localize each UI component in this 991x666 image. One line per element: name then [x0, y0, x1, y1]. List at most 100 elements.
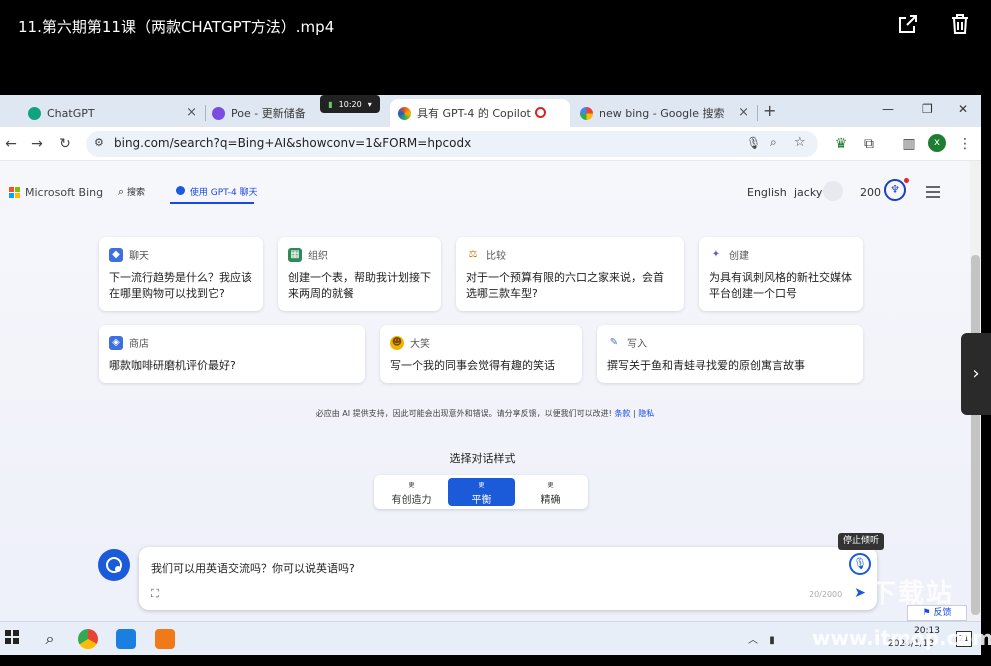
rewards-points[interactable]: 200	[860, 186, 881, 199]
card-text: 下一流行趋势是什么？我应该在哪里购物可以找到它?	[109, 271, 252, 300]
timer-text: 10:20	[338, 99, 362, 109]
nav-chat-label: 使用 GPT-4 聊天	[189, 188, 258, 198]
card-tag: 组织	[308, 251, 328, 262]
suggestion-card[interactable]: ✦ 创建 为具有讽刺风格的新社交媒体平台创建一个口号	[699, 237, 863, 311]
site-info-icon[interactable]: ⚙	[94, 136, 104, 149]
laugh-emoji-icon: ☻	[390, 335, 404, 350]
stop-listening-tooltip: 停止倾听	[838, 533, 884, 550]
close-icon[interactable]: ×	[738, 105, 749, 120]
style-precise-button[interactable]: 更 精确	[517, 478, 584, 506]
url-text[interactable]: bing.com/search?q=Bing+AI&showconv=1&FOR…	[114, 136, 471, 150]
chat-input-box[interactable]: 我们可以用英语交流吗？你可以说英语吗? ⛶ 20/2000 🎙 ➤	[139, 547, 877, 610]
star-icon[interactable]: ☆	[794, 135, 806, 150]
logo-text: Microsoft Bing	[25, 186, 104, 199]
close-icon[interactable]: ×	[186, 105, 197, 120]
suggestion-card[interactable]: ◈ 商店 哪款咖啡研磨机评价最好?	[99, 325, 365, 383]
app-icon[interactable]	[116, 629, 136, 649]
google-icon	[580, 106, 593, 120]
card-text: 对于一个预算有限的六口之家来说，会首选哪三款车型?	[466, 271, 664, 300]
chevron-right-icon[interactable]: ›	[961, 333, 991, 415]
puzzle-icon[interactable]: ⧉	[860, 135, 878, 153]
user-avatar[interactable]	[823, 181, 843, 201]
zoom-icon[interactable]: ⌕	[770, 135, 777, 150]
chrome-icon[interactable]	[78, 629, 98, 649]
bing-logo[interactable]: Microsoft Bing	[9, 186, 103, 199]
chatgpt-icon	[28, 106, 41, 120]
system-tray[interactable]: ︿ ▮	[748, 631, 775, 646]
card-text: 写一个我的同事会觉得有趣的笑话	[390, 359, 555, 372]
nav-search[interactable]: ⌕ 搜索	[118, 185, 145, 199]
chevron-up-icon: ︿	[748, 635, 758, 646]
forward-icon[interactable]: →	[28, 135, 46, 153]
char-counter: 20/2000	[809, 590, 843, 599]
card-tag: 聊天	[129, 251, 149, 262]
address-bar[interactable]: ⚙ bing.com/search?q=Bing+AI&showconv=1&F…	[86, 131, 818, 157]
rewards-trophy-icon[interactable]: ♆	[884, 179, 906, 201]
suggestion-card[interactable]: ▦ 组织 创建一个表，帮助我计划接下来两周的就餐	[278, 237, 441, 311]
tab-google[interactable]: new bing - Google 搜索 ×	[580, 99, 755, 127]
card-text: 为具有讽刺风格的新社交媒体平台创建一个口号	[709, 271, 852, 300]
user-name[interactable]: jacky	[794, 186, 822, 199]
suggestion-card[interactable]: ⚖ 比较 对于一个预算有限的六口之家来说，会首选哪三款车型?	[456, 237, 684, 311]
disclaimer-text: 必应由 AI 提供支持，因此可能会出现意外和错误。请分享反馈，以便我们可以改进!	[315, 409, 612, 418]
style-sup: 更	[408, 482, 415, 489]
tab-chatgpt[interactable]: ChatGPT ×	[28, 99, 203, 127]
chat-input-text[interactable]: 我们可以用英语交流吗？你可以说英语吗?	[151, 560, 355, 576]
copilot-chat-icon	[176, 186, 185, 195]
back-icon[interactable]: ←	[2, 135, 20, 153]
recording-dot-icon	[535, 107, 546, 118]
search-icon[interactable]: ⌕	[40, 629, 60, 649]
style-balanced-button[interactable]: 更 平衡	[448, 478, 515, 506]
nav-chat[interactable]: 使用 GPT-4 聊天	[176, 185, 258, 198]
document-pen-icon: ✎	[609, 336, 619, 348]
style-sup: 更	[547, 482, 554, 489]
maximize-button[interactable]: ❐	[922, 102, 933, 116]
microphone-button[interactable]: 🎙	[849, 553, 871, 575]
extension-icon[interactable]: ♛	[832, 135, 850, 153]
recorder-icon[interactable]	[155, 629, 175, 649]
suggestion-card[interactable]: ✎ 写入 撰写关于鱼和青蛙寻找爱的原创寓言故事	[597, 325, 863, 383]
send-button[interactable]: ➤	[851, 584, 869, 602]
page-scrollbar-thumb[interactable]	[971, 255, 980, 615]
reload-icon[interactable]: ↻	[56, 135, 74, 153]
minimize-button[interactable]: —	[882, 102, 894, 116]
card-tag: 创建	[729, 251, 749, 262]
style-label: 精确	[540, 495, 561, 506]
signal-icon: ▮	[328, 99, 333, 109]
browser-toolbar: ← → ↻ ⚙ bing.com/search?q=Bing+AI&showco…	[0, 127, 981, 161]
new-tab-button[interactable]: +	[763, 101, 776, 120]
image-scan-icon[interactable]: ⛶	[151, 587, 159, 601]
window-close-button[interactable]: ✕	[958, 102, 968, 116]
suggestion-card[interactable]: ☻ 大笑 写一个我的同事会觉得有趣的笑话	[380, 325, 582, 383]
scale-icon: ⚖	[468, 248, 478, 260]
card-text: 撰写关于鱼和青蛙寻找爱的原创寓言故事	[607, 359, 805, 372]
card-tag: 大笑	[410, 339, 430, 350]
send-arrow-icon: ➤	[854, 585, 866, 601]
suggestion-card[interactable]: ◆ 聊天 下一流行趋势是什么？我应该在哪里购物可以找到它?	[99, 237, 263, 311]
tab-label: ChatGPT	[47, 106, 95, 120]
magic-wand-icon: ✦	[711, 248, 721, 260]
tab-label: 具有 GPT-4 的 Copilot	[417, 107, 531, 120]
profile-avatar[interactable]: x	[928, 134, 946, 152]
disclaimer: 必应由 AI 提供支持，因此可能会出现意外和错误。请分享反馈，以便我们可以改进!…	[315, 409, 655, 418]
share-icon[interactable]	[896, 12, 920, 36]
language-link[interactable]: English	[747, 186, 787, 199]
new-topic-button[interactable]	[98, 549, 130, 581]
privacy-link[interactable]: 隐私	[638, 409, 654, 418]
trash-icon[interactable]	[948, 12, 972, 36]
windows-start-icon[interactable]	[4, 629, 24, 649]
terms-link[interactable]: 条款	[614, 409, 630, 418]
watermark-url: www.itmop.com	[812, 626, 991, 650]
hamburger-menu-icon[interactable]	[926, 186, 940, 198]
conversation-style-title: 选择对话样式	[449, 452, 516, 465]
recording-timer: ▮ 10:20 ▾	[320, 95, 380, 113]
browser-tab-strip: ChatGPT × Poe - 更新储备 ▮ 10:20 ▾ 具有 GPT-4 …	[0, 95, 981, 127]
style-creative-button[interactable]: 更 有创造力	[378, 478, 445, 506]
mic-icon[interactable]: 🎙	[746, 136, 761, 150]
card-tag: 比较	[486, 251, 506, 262]
tab-divider	[205, 105, 206, 121]
tab-copilot[interactable]: 具有 GPT-4 的 Copilot	[390, 99, 570, 127]
sidepanel-icon[interactable]: ▥	[900, 135, 918, 153]
menu-kebab-icon[interactable]: ⋮	[956, 135, 974, 153]
card-tag: 写入	[627, 339, 647, 350]
